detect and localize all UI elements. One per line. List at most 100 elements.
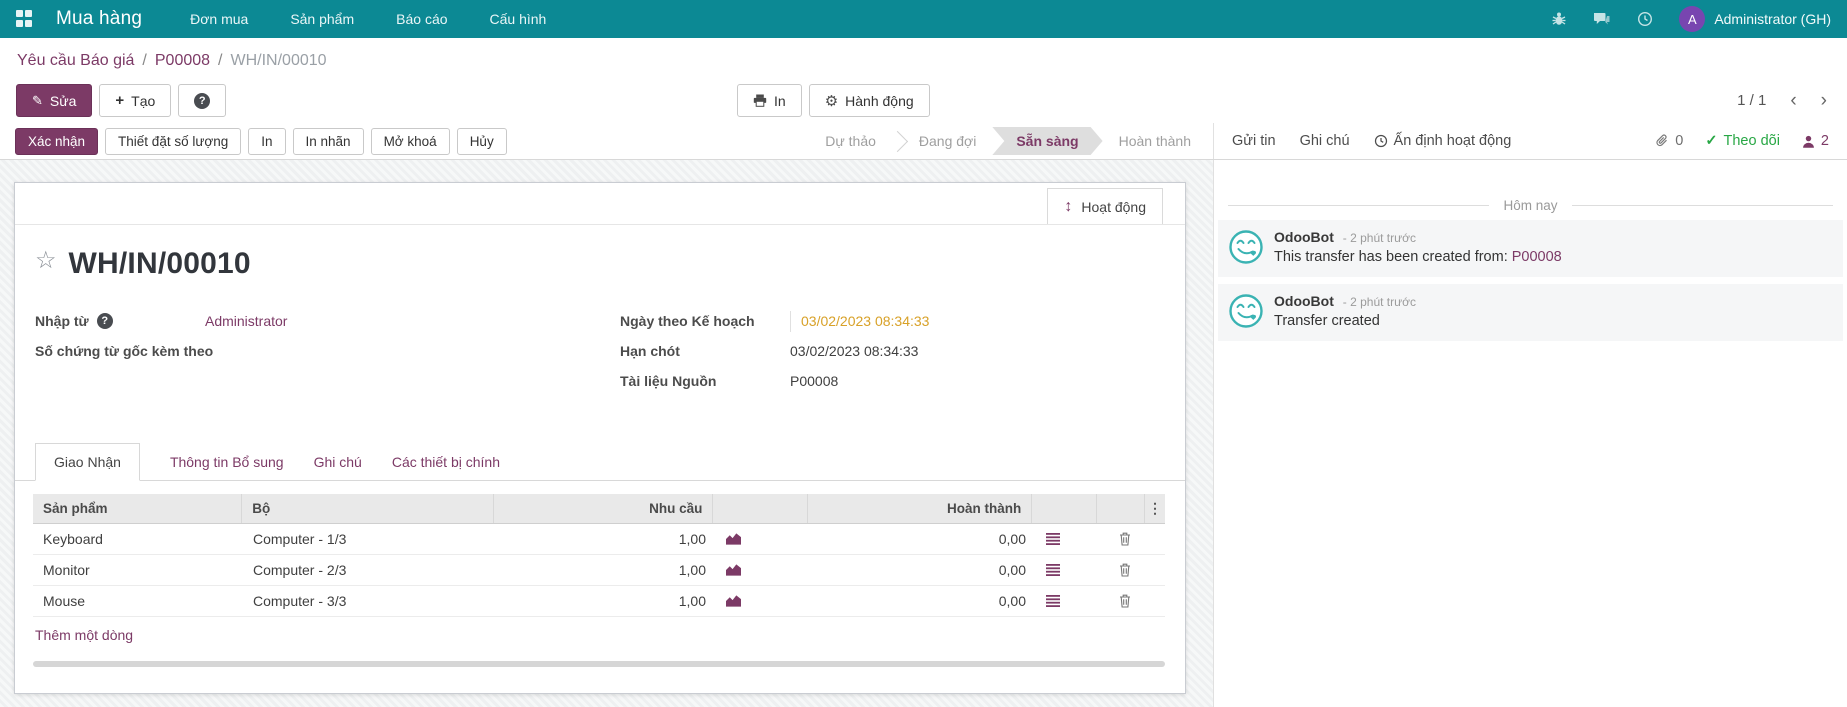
title-area: ☆ WH/IN/00010 — [15, 225, 1185, 281]
cell-demand[interactable]: 1,00 — [496, 531, 716, 547]
pager-next-chevron-icon[interactable]: › — [1821, 91, 1827, 110]
gear-icon: ⚙ — [824, 92, 839, 110]
cell-bo[interactable]: Computer - 2/3 — [243, 562, 496, 578]
field-label: Tài liệu Nguồn — [620, 373, 717, 389]
column-header-blank3 — [1097, 494, 1145, 523]
table-header-row: Sản phẩm Bộ Nhu cầu Hoàn thành ⋮ — [33, 494, 1165, 524]
field-value-source-doc[interactable]: P00008 — [790, 371, 838, 392]
cell-done[interactable]: 0,00 — [811, 593, 1036, 609]
help-question-icon[interactable]: ? — [96, 313, 113, 329]
field-grid: Nhập từ ? Administrator Số chứng từ gốc … — [15, 311, 1185, 401]
print-button[interactable]: In — [248, 127, 286, 155]
send-message-button[interactable]: Gửi tin — [1232, 133, 1276, 149]
odoobot-avatar — [1228, 229, 1264, 268]
user-menu[interactable]: A Administrator (GH) — [1679, 6, 1831, 32]
chatter-message[interactable]: OdooBot - 2 phút trước Transfer created — [1218, 284, 1843, 341]
delete-trash-icon[interactable] — [1101, 594, 1149, 608]
schedule-activity-button[interactable]: Ấn định hoạt động — [1374, 133, 1511, 149]
print-labels-button[interactable]: In nhãn — [292, 127, 364, 155]
cell-demand[interactable]: 1,00 — [496, 593, 716, 609]
debug-bug-icon[interactable] — [1551, 11, 1567, 27]
cell-product[interactable]: Mouse — [33, 593, 243, 609]
create-button[interactable]: + Tạo — [99, 84, 172, 117]
operations-stat-button[interactable]: ↕ Hoạt động — [1047, 188, 1163, 224]
statusbar-row: Xác nhận Thiết đặt số lượng In In nhãn M… — [0, 123, 1847, 160]
form-sheet: ↕ Hoạt động ☆ WH/IN/00010 Nhập từ ? Admi… — [14, 182, 1186, 694]
detailed-operations-list-icon[interactable] — [1036, 595, 1101, 607]
messages-chat-icon[interactable] — [1593, 12, 1611, 27]
favorite-star-icon[interactable]: ☆ — [35, 247, 57, 276]
tab-additional-info[interactable]: Thông tin Bổ sung — [170, 444, 284, 480]
paperclip-icon — [1656, 134, 1668, 147]
statusbar-step-waiting[interactable]: Đang đợi — [903, 133, 992, 149]
unlock-button[interactable]: Mở khoá — [370, 127, 450, 155]
detailed-operations-list-icon[interactable] — [1036, 564, 1101, 576]
breadcrumb-link-p00008[interactable]: P00008 — [155, 52, 210, 70]
edit-button[interactable]: ✎ Sửa — [16, 84, 93, 117]
attachments-button[interactable]: 0 — [1655, 133, 1683, 149]
field-source-document: Tài liệu Nguồn P00008 — [620, 371, 1165, 392]
forecast-chart-icon[interactable] — [716, 564, 811, 576]
column-header-product[interactable]: Sản phẩm — [33, 494, 243, 523]
forecast-chart-icon[interactable] — [716, 595, 811, 607]
statusbar-step-ready-active[interactable]: Sẵn sàng — [992, 127, 1102, 155]
apps-grid-icon[interactable] — [16, 10, 34, 28]
app-brand[interactable]: Mua hàng — [56, 8, 142, 30]
optional-columns-kebab-icon[interactable]: ⋮ — [1145, 494, 1165, 523]
column-header-done[interactable]: Hoàn thành — [808, 494, 1033, 523]
field-value-scheduled-date[interactable]: 03/02/2023 08:34:33 — [790, 311, 929, 332]
cell-demand[interactable]: 1,00 — [496, 562, 716, 578]
pager-count: 1 / 1 — [1737, 92, 1767, 109]
field-value-partner[interactable]: Administrator — [205, 311, 287, 332]
log-note-button[interactable]: Ghi chú — [1300, 133, 1350, 149]
field-receive-from: Nhập từ ? Administrator — [35, 311, 580, 332]
cell-done[interactable]: 0,00 — [811, 562, 1036, 578]
action-menu-button[interactable]: ⚙ Hành động — [808, 84, 930, 117]
nav-item-bao-cao[interactable]: Báo cáo — [396, 11, 447, 27]
field-deadline: Hạn chót 03/02/2023 08:34:33 — [620, 341, 1165, 362]
tab-operations[interactable]: Giao Nhận — [35, 443, 140, 481]
cell-bo[interactable]: Computer - 3/3 — [243, 593, 496, 609]
cell-product[interactable]: Monitor — [33, 562, 243, 578]
horizontal-scrollbar[interactable] — [33, 661, 1165, 667]
cancel-button[interactable]: Hủy — [456, 127, 507, 155]
table-row[interactable]: Monitor Computer - 2/3 1,00 0,00 — [33, 555, 1165, 586]
nav-item-san-pham[interactable]: Sản phẩm — [290, 11, 354, 27]
set-quantities-button[interactable]: Thiết đặt số lượng — [105, 127, 242, 155]
tab-note[interactable]: Ghi chú — [314, 444, 362, 480]
add-line-link[interactable]: Thêm một dòng — [33, 617, 135, 653]
message-author[interactable]: OdooBot — [1274, 293, 1334, 309]
forecast-chart-icon[interactable] — [716, 533, 811, 545]
help-button[interactable]: ? — [178, 84, 227, 117]
follow-button[interactable]: ✓ Theo dõi — [1705, 133, 1780, 149]
confirm-button[interactable]: Xác nhận — [15, 127, 99, 155]
breadcrumb-link-rfq[interactable]: Yêu cầu Báo giá — [17, 52, 134, 70]
delete-trash-icon[interactable] — [1101, 563, 1149, 577]
chatter-toolbar-right: 0 ✓ Theo dõi 2 — [1655, 133, 1829, 149]
message-record-link[interactable]: P00008 — [1512, 249, 1562, 265]
table-row[interactable]: Keyboard Computer - 1/3 1,00 0,00 — [33, 524, 1165, 555]
nav-item-cau-hinh[interactable]: Cấu hình — [490, 11, 547, 27]
column-header-demand[interactable]: Nhu cầu — [494, 494, 714, 523]
message-author[interactable]: OdooBot — [1274, 229, 1334, 245]
activities-clock-icon[interactable] — [1637, 11, 1653, 27]
cell-bo[interactable]: Computer - 1/3 — [243, 531, 496, 547]
column-header-blank2 — [1032, 494, 1098, 523]
delete-trash-icon[interactable] — [1101, 532, 1149, 546]
statusbar-step-done[interactable]: Hoàn thành — [1103, 133, 1207, 149]
tab-main-devices[interactable]: Các thiết bị chính — [392, 444, 500, 480]
statusbar-step-draft[interactable]: Dự thảo — [809, 133, 892, 149]
nav-item-don-mua[interactable]: Đơn mua — [190, 11, 248, 27]
cell-product[interactable]: Keyboard — [33, 531, 243, 547]
print-menu-button[interactable]: In — [737, 84, 802, 117]
chatter-message[interactable]: OdooBot - 2 phút trước This transfer has… — [1218, 220, 1843, 277]
pager-previous-chevron-icon[interactable]: ‹ — [1790, 91, 1796, 110]
detailed-operations-list-icon[interactable] — [1036, 533, 1101, 545]
table-row[interactable]: Mouse Computer - 3/3 1,00 0,00 — [33, 586, 1165, 617]
statusbar-buttons: Xác nhận Thiết đặt số lượng In In nhãn M… — [0, 123, 1213, 159]
field-value-deadline[interactable]: 03/02/2023 08:34:33 — [790, 341, 918, 362]
cell-done[interactable]: 0,00 — [811, 531, 1036, 547]
followers-button[interactable]: 2 — [1802, 133, 1829, 149]
column-header-bo[interactable]: Bộ — [242, 494, 495, 523]
message-body: OdooBot - 2 phút trước This transfer has… — [1274, 229, 1562, 265]
